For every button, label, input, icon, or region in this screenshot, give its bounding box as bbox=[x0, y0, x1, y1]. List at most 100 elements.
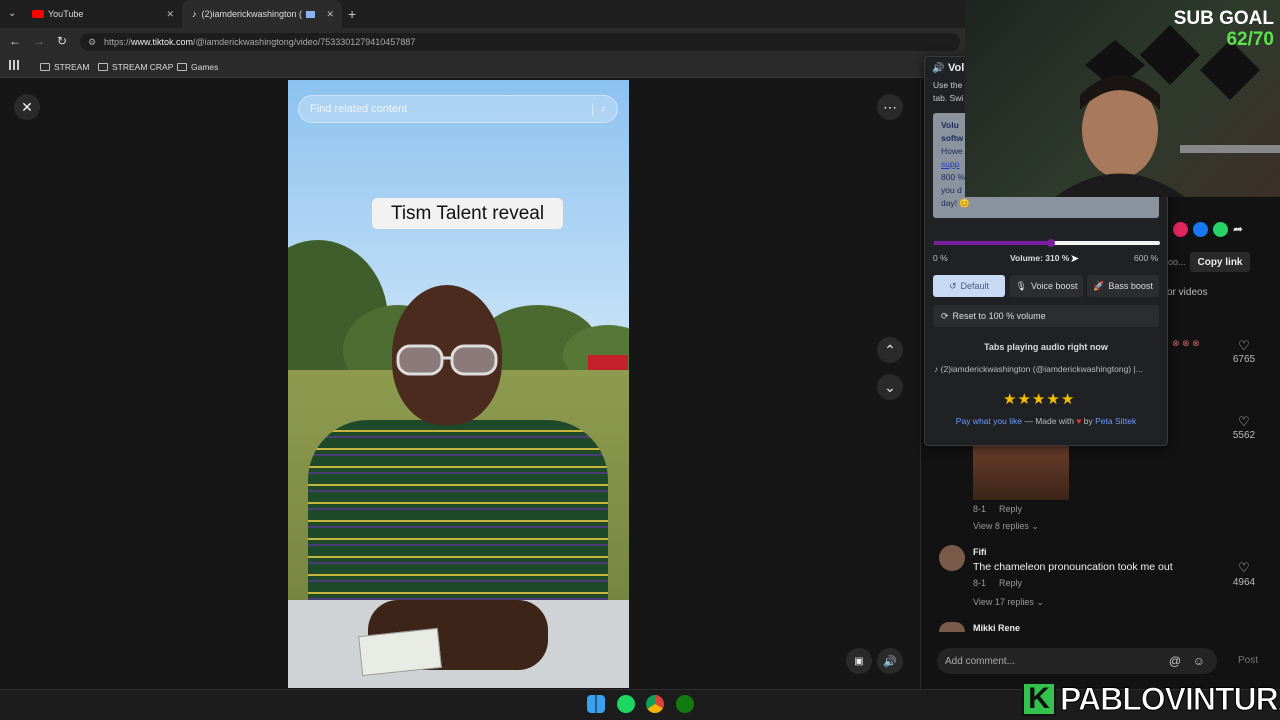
avatar[interactable] bbox=[939, 545, 965, 571]
address-bar[interactable]: ⚙ https://www.tiktok.com/@iamderickwashi… bbox=[80, 33, 960, 51]
avatar[interactable] bbox=[939, 622, 965, 632]
commenter-name[interactable]: Fifi bbox=[973, 547, 987, 557]
post-button[interactable]: Post bbox=[1238, 655, 1258, 666]
next-video-button[interactable]: ⌄ bbox=[877, 374, 903, 400]
rating-stars[interactable]: ★ ★ ★ ★ ★ bbox=[1003, 390, 1074, 408]
like-count: 5562 bbox=[1232, 430, 1256, 441]
tab-youtube[interactable]: YouTube ✕ bbox=[22, 0, 182, 28]
notice-line: day! 😊 bbox=[941, 198, 971, 208]
bookmark-stream[interactable]: STREAM bbox=[40, 60, 89, 74]
button-label: Bass boost bbox=[1108, 281, 1153, 291]
bookmark-stream-crap[interactable]: STREAM CRAP bbox=[98, 60, 173, 74]
sub-goal: SUB GOAL 62/70 bbox=[1174, 8, 1274, 50]
reply-button[interactable]: Reply bbox=[999, 578, 1022, 588]
site-info-icon[interactable]: ⚙ bbox=[88, 37, 96, 48]
forward-icon[interactable]: → bbox=[33, 34, 45, 48]
close-icon[interactable]: ✕ bbox=[326, 9, 334, 20]
comment-text: The chameleon pronouncation took me out bbox=[973, 561, 1173, 573]
tiktok-icon: ♪ bbox=[934, 364, 941, 374]
close-video-button[interactable]: ✕ bbox=[14, 94, 40, 120]
search-placeholder: Find related content bbox=[310, 103, 408, 115]
view-replies-button[interactable]: View 17 replies ⌄ bbox=[973, 597, 1044, 608]
xbox-icon[interactable] bbox=[676, 695, 694, 713]
whatsapp-icon[interactable] bbox=[1213, 222, 1228, 237]
star-icon[interactable]: ★ bbox=[1003, 390, 1016, 408]
reset-volume-button[interactable]: ⟳ Reset to 100 % volume bbox=[933, 305, 1159, 327]
search-icon[interactable]: ⌕ bbox=[591, 102, 607, 116]
spotify-icon[interactable] bbox=[617, 695, 635, 713]
close-icon[interactable]: ✕ bbox=[166, 9, 174, 20]
playing-card bbox=[358, 627, 442, 677]
star-icon[interactable]: ★ bbox=[1017, 390, 1030, 408]
more-options-button[interactable]: ⋯ bbox=[877, 94, 903, 120]
volume-slider-handle[interactable] bbox=[1047, 239, 1055, 247]
bookmark-label: Games bbox=[191, 62, 219, 72]
glasses bbox=[396, 344, 498, 376]
pay-link[interactable]: Pay what you like bbox=[956, 416, 1022, 426]
mention-icon[interactable]: @ bbox=[1169, 654, 1181, 668]
reply-button[interactable]: Reply bbox=[999, 504, 1022, 514]
bass-boost-button[interactable]: 🚀 Bass boost bbox=[1087, 275, 1159, 297]
share-icons: ➦ bbox=[1173, 222, 1243, 237]
intro-line: tab. Swi bbox=[933, 93, 964, 103]
share-link-partial: oo... bbox=[1168, 257, 1186, 267]
previous-video-button[interactable]: ⌃ bbox=[877, 337, 903, 363]
like-icon[interactable]: ♡ bbox=[1238, 338, 1250, 354]
playing-tab-title: (2)iamderickwashington (@iamderickwashin… bbox=[940, 364, 1143, 374]
pip-button[interactable]: ▣ bbox=[846, 648, 872, 674]
add-comment-input[interactable]: Add comment... @ ☺ bbox=[937, 648, 1217, 674]
pinterest-icon[interactable] bbox=[1173, 222, 1188, 237]
related-search-input[interactable]: Find related content ⌕ bbox=[298, 95, 618, 123]
voice-boost-button[interactable]: 🎙 Voice boost bbox=[1010, 275, 1083, 297]
chrome-icon[interactable] bbox=[646, 695, 664, 713]
tab-search-icon[interactable]: ⌄ bbox=[8, 8, 16, 19]
footer-text: by bbox=[1083, 416, 1093, 426]
intro-line: Use the bbox=[933, 80, 963, 90]
facebook-icon[interactable] bbox=[1193, 222, 1208, 237]
button-label: Reset to 100 % volume bbox=[952, 311, 1046, 321]
volume-max-label: 600 % bbox=[1134, 253, 1159, 263]
url-prefix: https:// bbox=[104, 37, 132, 47]
bookmark-label: STREAM CRAP bbox=[112, 62, 174, 72]
windows-start-icon[interactable] bbox=[587, 695, 605, 713]
webcam-overlay: SUB GOAL 62/70 bbox=[965, 0, 1280, 197]
tiktok-icon: ♪ bbox=[192, 9, 197, 19]
creator-videos-tab[interactable]: or videos bbox=[1167, 287, 1208, 298]
apps-grid-icon[interactable] bbox=[9, 60, 19, 70]
like-icon[interactable]: ♡ bbox=[1238, 414, 1250, 430]
commenter-name[interactable]: Mikki Rene bbox=[973, 623, 1020, 633]
star-icon[interactable]: ★ bbox=[1046, 390, 1059, 408]
popup-title: Vol bbox=[948, 62, 965, 74]
tab-tiktok[interactable]: ♪ (2)iamderickwashington (@ ✕ bbox=[182, 0, 342, 28]
volume-button[interactable]: 🔊 bbox=[877, 648, 903, 674]
reload-icon[interactable]: ↻ bbox=[57, 34, 67, 48]
view-replies-button[interactable]: View 8 replies ⌄ bbox=[973, 521, 1039, 532]
like-count: 6765 bbox=[1232, 354, 1256, 365]
like-icon[interactable]: ♡ bbox=[1238, 560, 1250, 576]
emoji-icon[interactable]: ☺ bbox=[1193, 654, 1205, 668]
comment-image[interactable] bbox=[973, 446, 1069, 500]
star-icon[interactable]: ★ bbox=[1032, 390, 1045, 408]
comment-placeholder: Add comment... bbox=[945, 655, 1016, 667]
back-icon[interactable]: ← bbox=[9, 34, 21, 48]
streamer-brand: K PABLOVINTURA bbox=[1022, 680, 1280, 718]
brand-logo: K bbox=[1022, 682, 1056, 716]
share-arrow-icon[interactable]: ➦ bbox=[1233, 222, 1243, 237]
folder-icon bbox=[177, 63, 187, 71]
view-replies-label: View 17 replies bbox=[973, 597, 1034, 607]
bookmark-games[interactable]: Games bbox=[177, 60, 218, 74]
new-tab-button[interactable]: + bbox=[348, 6, 356, 22]
comment-emoji-row: ⊗ ⊗ ⊗ bbox=[1172, 338, 1200, 348]
default-preset-button[interactable]: ↺ Default bbox=[933, 275, 1005, 297]
heart-icon: ♥ bbox=[1076, 416, 1082, 426]
star-icon[interactable]: ★ bbox=[1061, 390, 1074, 408]
popup-footer: Pay what you like — Made with ♥ by Peta … bbox=[924, 416, 1168, 426]
folder-icon bbox=[98, 63, 108, 71]
author-link[interactable]: Peta Sittek bbox=[1095, 416, 1136, 426]
playing-tab-item[interactable]: ♪ (2)iamderickwashington (@iamderickwash… bbox=[934, 364, 1160, 374]
folder-icon bbox=[40, 63, 50, 71]
copy-link-button[interactable]: Copy link bbox=[1190, 252, 1250, 272]
popup-intro: Use the tab. Swi bbox=[933, 79, 963, 105]
video-frame[interactable] bbox=[288, 80, 629, 688]
url-path: /@iamderickwashingtong/video/75333012794… bbox=[193, 37, 416, 47]
